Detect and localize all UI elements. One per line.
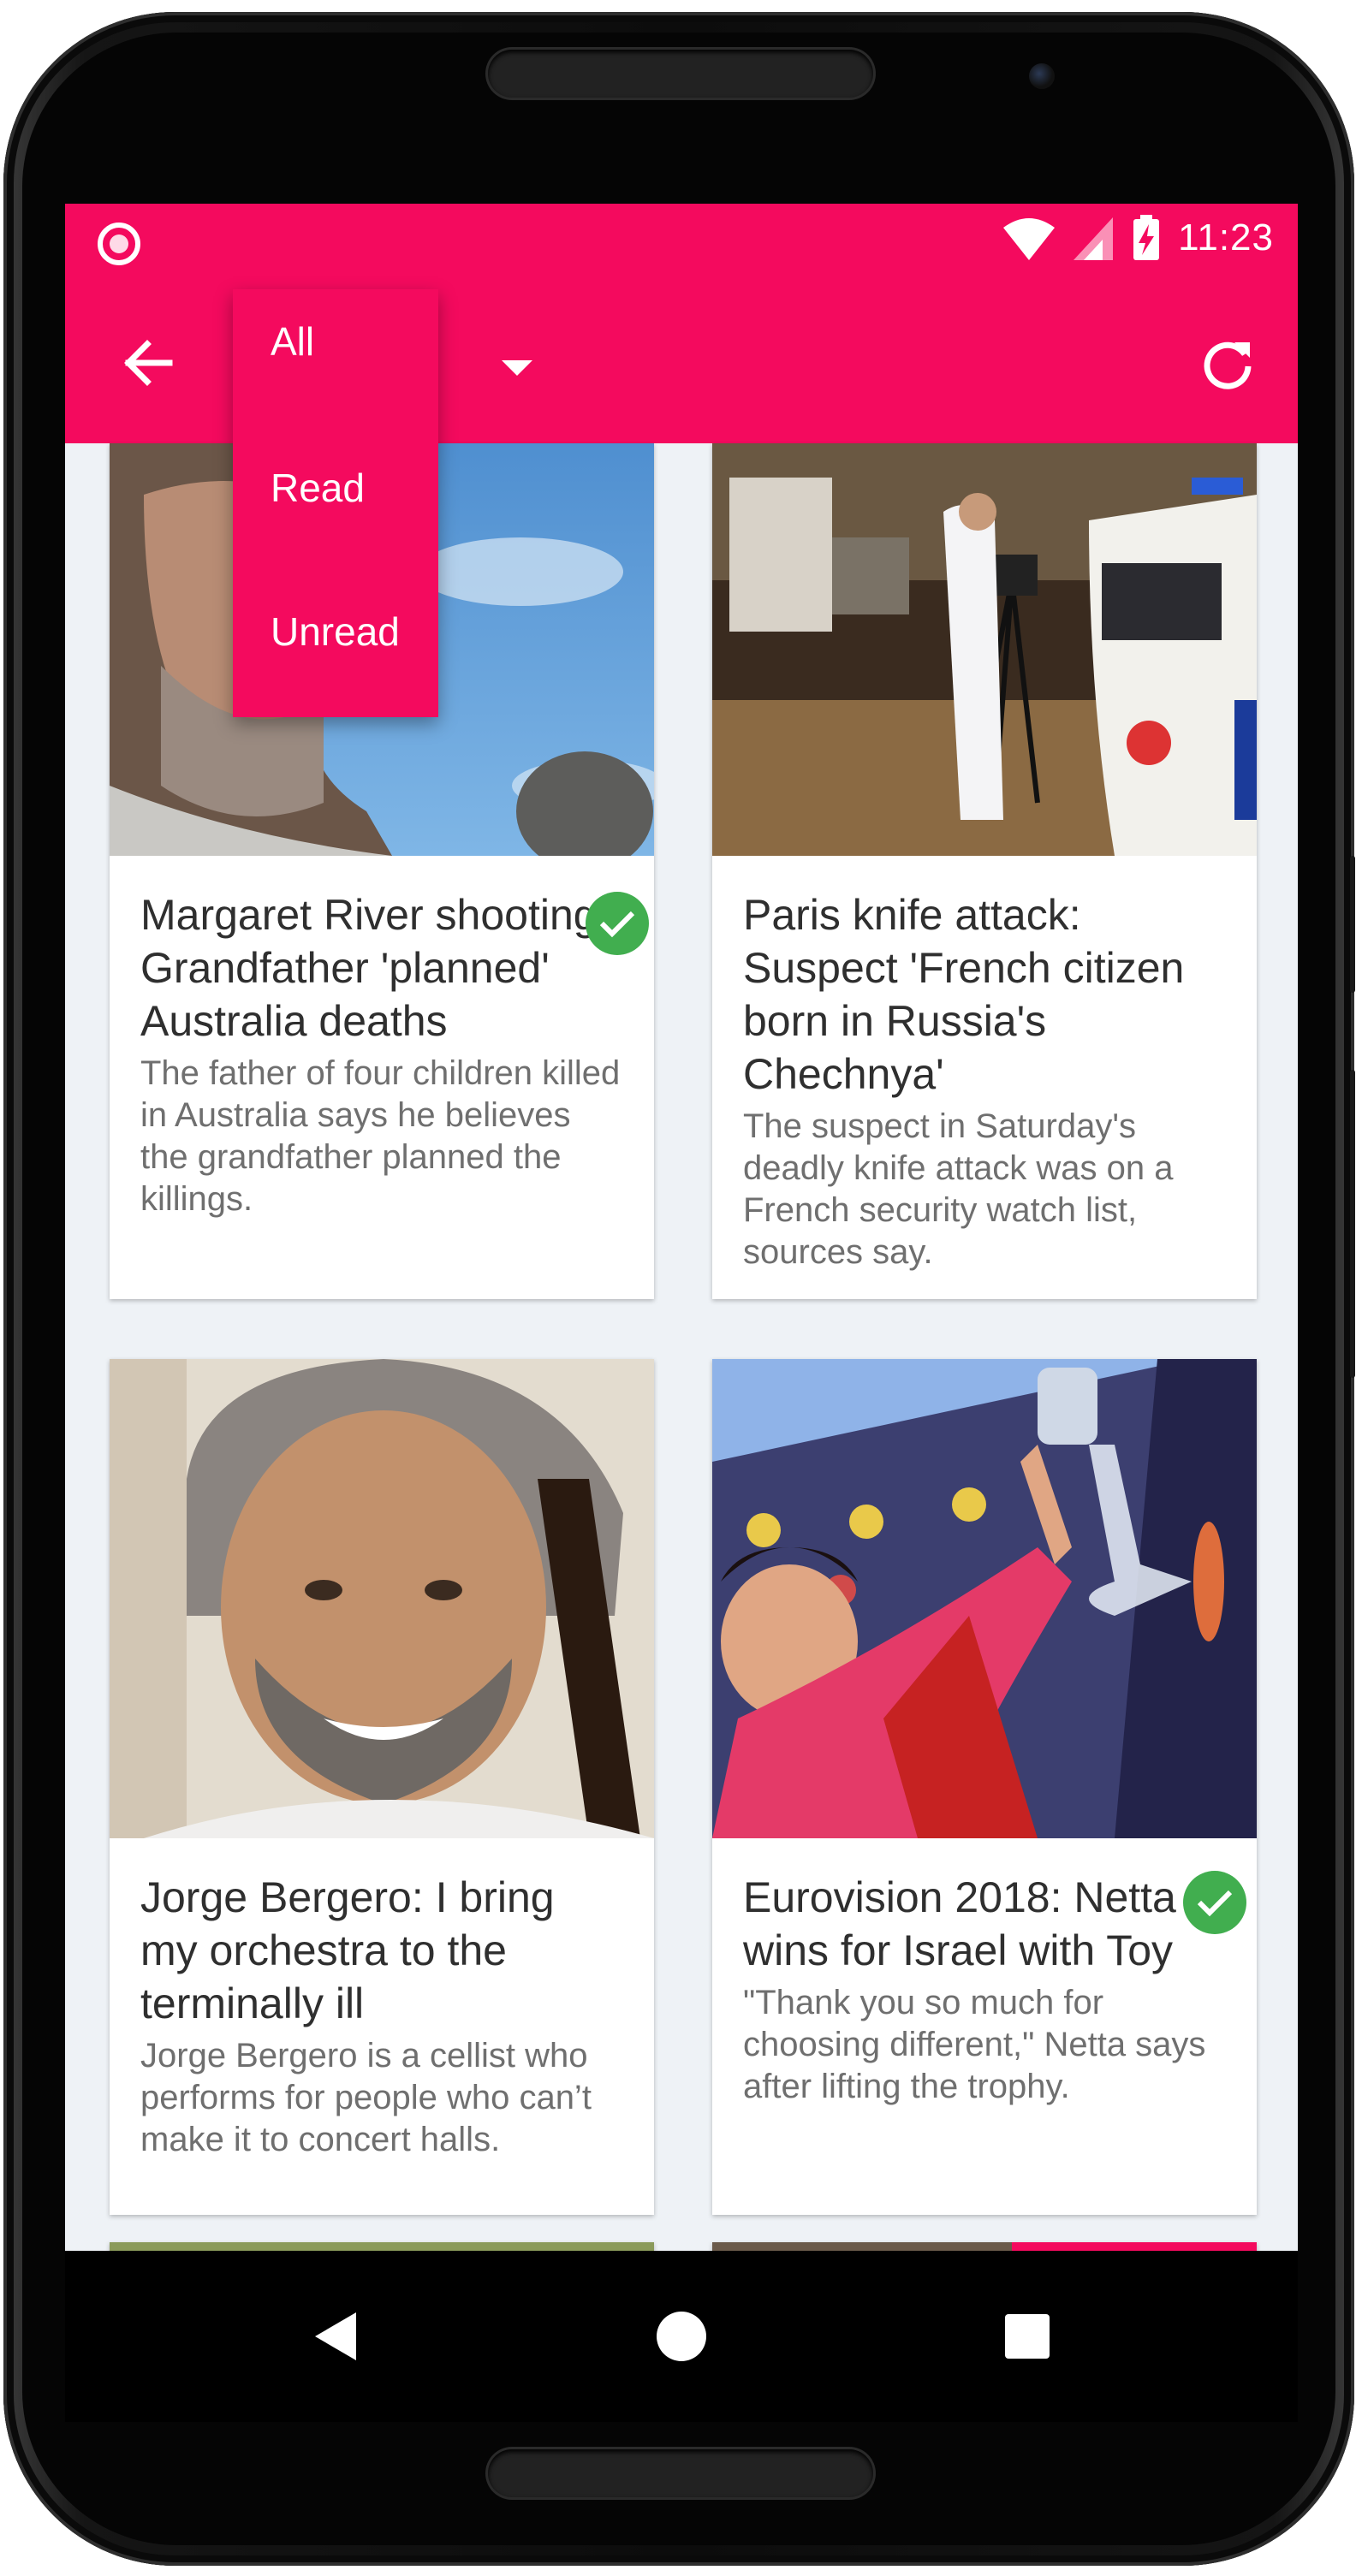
power-button: [1350, 1070, 1355, 1378]
front-camera: [1029, 63, 1055, 89]
card-body: Margaret River shooting: Grandfather 'pl…: [110, 856, 654, 1220]
circle-home-icon: [657, 2312, 706, 2361]
bottom-speaker: [488, 2449, 873, 2497]
check-circle-icon: [586, 892, 649, 955]
square-recents-icon: [1005, 2314, 1050, 2359]
refresh-button[interactable]: [1192, 327, 1264, 399]
check-circle-icon: [1183, 1871, 1246, 1934]
news-image: [110, 2242, 654, 2251]
refresh-icon: [1204, 341, 1252, 389]
app-screen: 11:23 All Read Unread Margaret River sho…: [65, 204, 1298, 2251]
system-nav-bar: [65, 2251, 1298, 2422]
status-clock: 11:23: [1178, 217, 1274, 258]
wifi-icon: [1003, 218, 1056, 260]
card-summary: "Thank you so much for choosing differen…: [743, 1984, 1206, 2105]
card-title: Jorge Bergero: I bring my orchestra to t…: [140, 1873, 555, 2027]
signal-icon: [1074, 217, 1114, 260]
card-body: Eurovision 2018: Netta wins for Israel w…: [712, 1838, 1257, 2108]
triangle-back-icon: [315, 2312, 356, 2360]
news-image: [712, 1359, 1257, 1838]
volume-button: [1350, 856, 1355, 993]
arrow-left-icon: [124, 340, 173, 386]
nav-back-button[interactable]: [267, 2251, 404, 2422]
card-summary: Jorge Bergero is a cellist who performs …: [140, 2037, 592, 2158]
top-speaker: [488, 50, 873, 98]
news-card[interactable]: Paris knife attack: Suspect 'French citi…: [712, 443, 1257, 1299]
card-body: Jorge Bergero: I bring my orchestra to t…: [110, 1838, 654, 2161]
filter-spinner-toggle[interactable]: [491, 351, 543, 385]
card-summary: The father of four children killed in Au…: [140, 1054, 621, 1218]
news-image: [110, 1359, 654, 1838]
news-card[interactable]: Eurovision 2018: Netta wins for Israel w…: [712, 1359, 1257, 2215]
card-title: Margaret River shooting: Grandfather 'pl…: [140, 891, 610, 1045]
nav-home-button[interactable]: [613, 2251, 750, 2422]
news-card-partial[interactable]: [712, 2242, 1257, 2251]
filter-option-unread[interactable]: Unread: [233, 560, 438, 703]
card-title: Eurovision 2018: Netta wins for Israel w…: [743, 1873, 1176, 1974]
caret-down-icon: [502, 360, 532, 376]
news-card[interactable]: Jorge Bergero: I bring my orchestra to t…: [110, 1359, 654, 2215]
notification-icon: [98, 223, 140, 265]
status-bar: 11:23: [65, 204, 1298, 281]
news-image: [712, 2242, 1257, 2251]
news-card-partial[interactable]: [110, 2242, 654, 2251]
card-title: Paris knife attack: Suspect 'French citi…: [743, 891, 1185, 1098]
nav-recents-button[interactable]: [959, 2251, 1096, 2422]
filter-dropdown-menu: All Read Unread: [233, 289, 438, 717]
news-image: [712, 443, 1257, 856]
filter-option-all[interactable]: All: [233, 289, 438, 416]
back-button[interactable]: [115, 330, 180, 395]
battery-charging-icon: [1133, 215, 1160, 260]
card-body: Paris knife attack: Suspect 'French citi…: [712, 856, 1257, 1273]
filter-option-read[interactable]: Read: [233, 416, 438, 560]
card-summary: The suspect in Saturday's deadly knife a…: [743, 1107, 1174, 1271]
